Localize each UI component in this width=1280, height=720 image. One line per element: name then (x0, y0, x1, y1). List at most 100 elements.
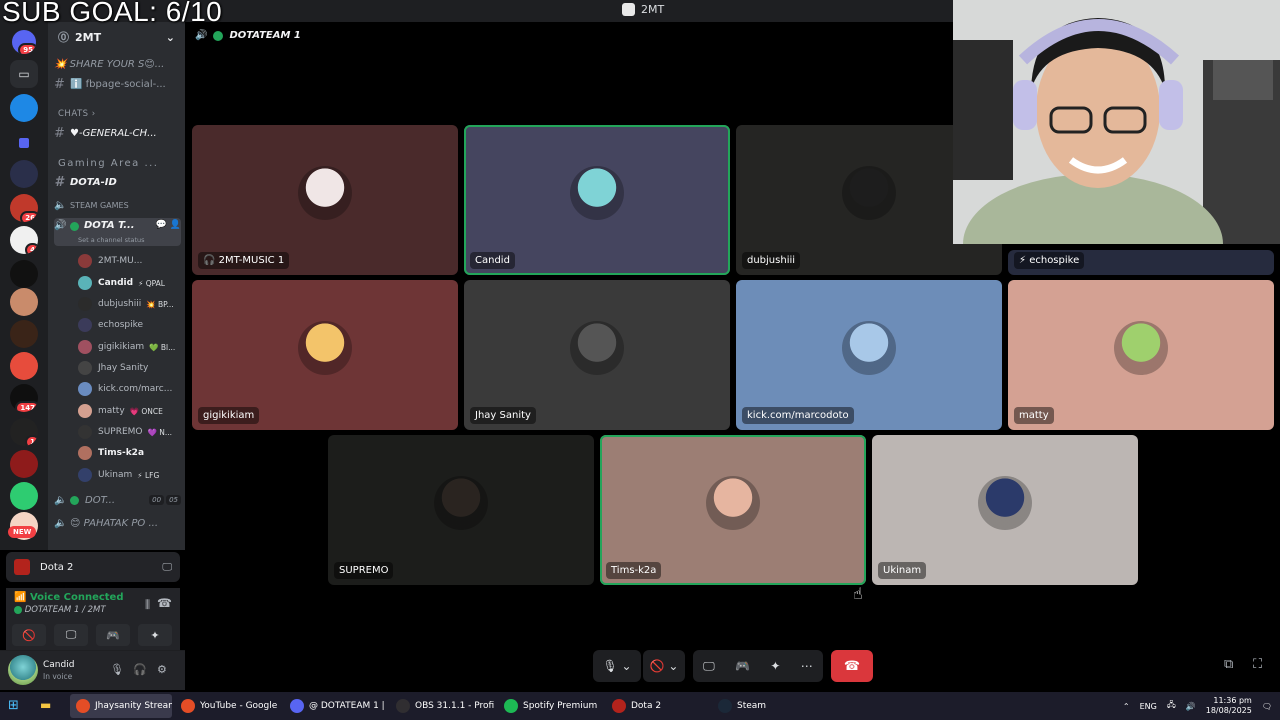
voice-member[interactable]: matty 💗 ONCE (78, 401, 179, 421)
noise-suppression-icon[interactable]: ⫼ (145, 598, 150, 612)
chat-icon[interactable]: 💬 👤 (156, 220, 181, 230)
taskbar-app[interactable]: Jhaysanity Stream -... (70, 694, 172, 718)
leave-call-button[interactable]: ☎ (831, 650, 873, 682)
headphones-icon[interactable]: 🎧 (133, 663, 147, 676)
voice-member[interactable]: Jhay Sanity (78, 358, 179, 378)
member-tag: 💚 Bl... (149, 342, 176, 352)
voice-member[interactable]: Tims-k2a (78, 443, 179, 463)
more-icon[interactable]: ⋯ (801, 659, 813, 673)
clock[interactable]: 11:36 pm 18/08/2025 (1206, 696, 1252, 716)
discord-home-icon[interactable]: 95 (12, 30, 36, 54)
server-icon-9[interactable]: 147 (10, 384, 38, 412)
signal-icon: 📶 (14, 592, 27, 603)
live-dot (14, 605, 22, 614)
voice-member-name: echospike (98, 320, 144, 330)
participant-name: Jhay Sanity (470, 407, 536, 424)
screen-share-icon[interactable]: 🖵 (162, 562, 172, 573)
notification-icon[interactable]: 🗨 (1262, 702, 1272, 711)
popout-icon[interactable]: ⧉ (1224, 657, 1233, 672)
avatar (298, 321, 352, 375)
mute-button[interactable]: 🎙 ⌄ (593, 650, 641, 682)
avatar (78, 404, 92, 418)
gear-icon[interactable]: ⚙ (157, 663, 167, 676)
category-gaming[interactable]: Gaming Area ... (58, 158, 159, 169)
participant-tile[interactable]: Tims-k2a (600, 435, 866, 585)
voice-member-name: Tims-k2a (98, 448, 145, 458)
server-icon-2[interactable] (10, 160, 38, 188)
voice-member[interactable]: SUPREMO 💜 N... (78, 422, 179, 442)
taskbar-app[interactable]: @ DOTATEAM 1 | ... (284, 694, 388, 718)
voice-member-name: matty (98, 406, 125, 416)
taskbar-app-label: Dota 2 (631, 701, 662, 711)
voice-member[interactable]: kick.com/marc... (78, 379, 179, 399)
participant-tile[interactable]: kick.com/marcodoto (736, 280, 1002, 430)
channel-status[interactable]: Set a channel status (78, 236, 145, 244)
soundboard-icon[interactable]: ✦ (770, 659, 780, 673)
camera-off-button[interactable]: 🚫 (12, 624, 46, 646)
avatar[interactable] (8, 655, 38, 685)
participant-tile[interactable]: Ukinam (872, 435, 1138, 585)
server-icon-6[interactable] (10, 288, 38, 316)
voice-member-name: Candid (98, 278, 134, 288)
taskbar-app[interactable]: Steam (712, 694, 772, 718)
voice-member[interactable]: Ukinam ⚡ LFG (78, 465, 179, 485)
mouse-cursor-icon: ☝ (853, 584, 863, 603)
participant-tile[interactable]: ⚡ echospike (1008, 250, 1274, 275)
channel-fbpage[interactable]: # ℹ️ fbpage-social-... (54, 74, 181, 94)
activity-button[interactable]: 🎮 (96, 624, 130, 646)
camera-button[interactable]: 🚫 ⌄ (643, 650, 685, 682)
server-icon-3[interactable]: 26 (10, 194, 38, 222)
screen-share-button[interactable]: 🖵 (54, 624, 88, 646)
folder-icon[interactable] (19, 138, 29, 148)
participant-tile[interactable]: matty (1008, 280, 1274, 430)
file-explorer-icon[interactable]: ▬ (40, 698, 51, 712)
taskbar-app[interactable]: OBS 31.1.1 - Profile:... (390, 694, 494, 718)
voice-member[interactable]: 2MT-MU... (78, 251, 179, 271)
server-icon-10[interactable]: 1 (10, 418, 38, 446)
voice-member[interactable]: dubjushiii 💥 BP... (78, 294, 179, 314)
windows-start-icon[interactable]: ⊞ (8, 698, 19, 713)
voice-member[interactable]: gigikikiam 💚 Bl... (78, 337, 179, 357)
server-icon-1[interactable] (10, 94, 38, 122)
channel-pahatak[interactable]: 🔈 😊 PAHATAK PO ... (54, 513, 181, 533)
activity-icon[interactable]: 🎮 (735, 659, 750, 673)
chevron-up-icon[interactable]: ⌃ (1123, 702, 1130, 711)
server-icon-7[interactable] (10, 320, 38, 348)
inbox-icon[interactable]: ▭ (10, 60, 38, 88)
network-icon[interactable]: 🖧 (1167, 699, 1176, 713)
avatar (1114, 321, 1168, 375)
participant-tile[interactable]: gigikikiam (192, 280, 458, 430)
voice-member[interactable]: Candid ⚡ QPAL (78, 273, 179, 293)
volume-icon[interactable]: 🔊 (1186, 702, 1196, 711)
server-icon-12[interactable] (10, 482, 38, 510)
taskbar-app[interactable]: Dota 2 (606, 694, 706, 718)
participant-tile[interactable]: 🎧 2MT-MUSIC 1 (192, 125, 458, 275)
app-icon (76, 699, 90, 713)
server-icon-5[interactable] (10, 260, 38, 288)
microphone-icon[interactable]: 🎙 (110, 663, 124, 676)
home-badge: 95 (18, 43, 36, 54)
fullscreen-icon[interactable]: ⛶ (1253, 657, 1262, 672)
category-chats[interactable]: CHATS › (58, 109, 96, 119)
server-icon-8[interactable] (10, 352, 38, 380)
channel-dota-team-2[interactable]: 🔈 DOT... 00 05 (54, 490, 181, 510)
channel-general[interactable]: # ♥-GENERAL-CH... (54, 123, 181, 143)
server-icon-11[interactable] (10, 450, 38, 478)
taskbar-app[interactable]: YouTube - Google ... (175, 694, 279, 718)
channel-steam-games[interactable]: 🔈 STEAM GAMES (54, 195, 181, 215)
voice-channel[interactable]: DOTATEAM 1 / 2MT (14, 605, 106, 615)
language-indicator[interactable]: ENG (1140, 702, 1157, 711)
channel-dota-id[interactable]: # DOTA-ID (54, 172, 181, 192)
screen-share-icon[interactable]: 🖵 (703, 659, 715, 674)
soundboard-button[interactable]: ✦ (138, 624, 172, 646)
voice-member[interactable]: echospike (78, 315, 179, 335)
taskbar-app[interactable]: Spotify Premium (498, 694, 602, 718)
disconnect-icon[interactable]: ☎ (157, 596, 172, 610)
server-icon-4[interactable]: 4 (10, 226, 38, 254)
voice-status[interactable]: 📶 Voice Connected (14, 592, 124, 603)
participant-tile[interactable]: Candid (464, 125, 730, 275)
channel-share[interactable]: 💥 SHARE YOUR S😊... (54, 54, 181, 74)
participant-tile[interactable]: SUPREMO (328, 435, 594, 585)
participant-tile[interactable]: Jhay Sanity (464, 280, 730, 430)
game-activity-panel[interactable]: Dota 2 🖵 (6, 552, 180, 582)
